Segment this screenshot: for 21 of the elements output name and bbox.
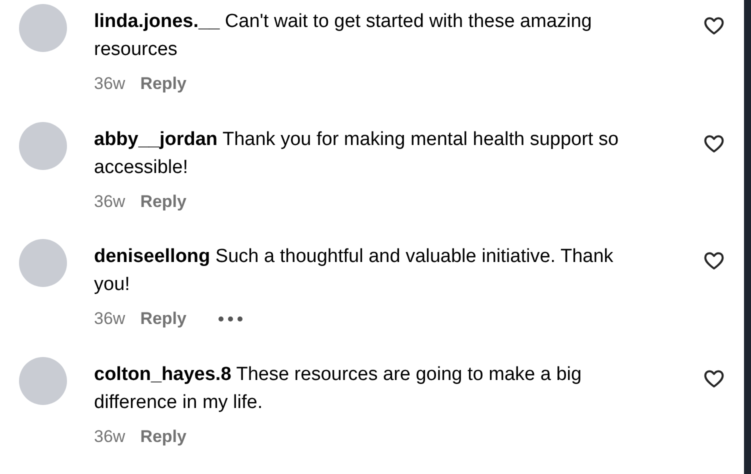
like-button[interactable] <box>704 252 724 270</box>
reply-button[interactable]: Reply <box>140 426 186 446</box>
reply-button[interactable]: Reply <box>140 192 186 212</box>
heart-icon <box>704 252 724 270</box>
reply-button[interactable]: Reply <box>140 74 186 94</box>
comment-time: 36w <box>94 426 126 446</box>
comment-text: colton_hayes.8 These resources are going to make a big difference in my life. <box>94 362 583 414</box>
heart-icon <box>704 370 724 388</box>
more-options-icon[interactable] <box>218 316 244 322</box>
like-button[interactable] <box>704 17 724 35</box>
comment-time: 36w <box>94 74 126 94</box>
comment-time: 36w <box>94 309 126 329</box>
heart-icon <box>704 17 724 35</box>
comment-text: abby__jordan Thank you for making mental health support so accessible! <box>94 128 620 180</box>
heart-icon <box>704 134 724 152</box>
like-button[interactable] <box>704 370 724 388</box>
comment-text: deniseellong Such a thoughtful and valuable initiative. Thank you! <box>94 245 614 297</box>
comment-time: 36w <box>94 192 126 212</box>
like-button[interactable] <box>704 134 724 152</box>
reply-button[interactable]: Reply <box>140 309 186 329</box>
comment-text: linda.jones.__ Can't wait to get started with these amazing resources <box>94 10 593 62</box>
